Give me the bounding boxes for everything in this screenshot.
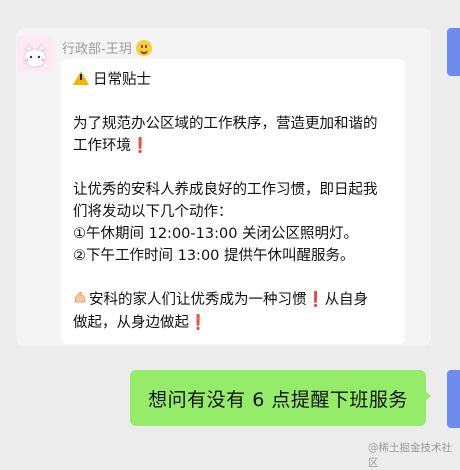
side-strip-top — [447, 28, 460, 76]
exclamation-icon: ❗ — [189, 315, 208, 331]
tip-title-line: 日常贴士 — [73, 69, 393, 91]
smiling-face-icon — [135, 39, 152, 56]
message-text: 工作环境 — [73, 138, 131, 154]
message-line: ②下午工作时间 13:00 提供午休叫醒服务。 — [73, 248, 355, 264]
message-line: ①午休期间 12:00-13:00 关闭公区照明灯。 — [73, 226, 359, 242]
message-line: 工作环境❗ — [73, 135, 393, 157]
message-text: 做起，从身边做起 — [73, 315, 189, 331]
watermark: @稀土掘金技术社区 — [368, 442, 452, 469]
message-line: 安科的家人们让优秀成为一种习惯❗从自身 — [73, 289, 393, 312]
warning-icon — [73, 71, 89, 85]
sender-header: 行政部-王玥 — [62, 38, 152, 57]
flexed-biceps-icon — [73, 290, 87, 312]
reply-text: 想问有没有 6 点提醒下班服务 — [148, 388, 408, 411]
message-line: 为了规范办公区域的工作秩序，营造更加和谐的 — [73, 116, 378, 132]
exclamation-icon: ❗ — [131, 138, 150, 154]
exclamation-icon: ❗ — [306, 292, 325, 308]
tip-title: 日常贴士 — [93, 72, 151, 88]
message-text: 安科的家人们让优秀成为一种习惯 — [89, 292, 307, 308]
message-line: 做起，从身边做起❗ — [73, 312, 393, 334]
side-strip-bottom — [447, 370, 460, 428]
message-line: 让优秀的安科人养成良好的工作习惯，即日起我 — [73, 182, 378, 198]
reply-bubble[interactable]: 想问有没有 6 点提醒下班服务 — [130, 370, 426, 426]
announcement-bubble[interactable]: 日常贴士 为了规范办公区域的工作秩序，营造更加和谐的 工作环境❗ 让优秀的安科人… — [61, 59, 405, 344]
reply-bubble-tail — [424, 390, 431, 402]
message-line: 们将发动以下几个动作： — [73, 204, 233, 220]
sender-name: 行政部-王玥 — [62, 42, 132, 57]
message-text: 从自身 — [324, 292, 369, 308]
sender-avatar[interactable] — [17, 36, 53, 72]
